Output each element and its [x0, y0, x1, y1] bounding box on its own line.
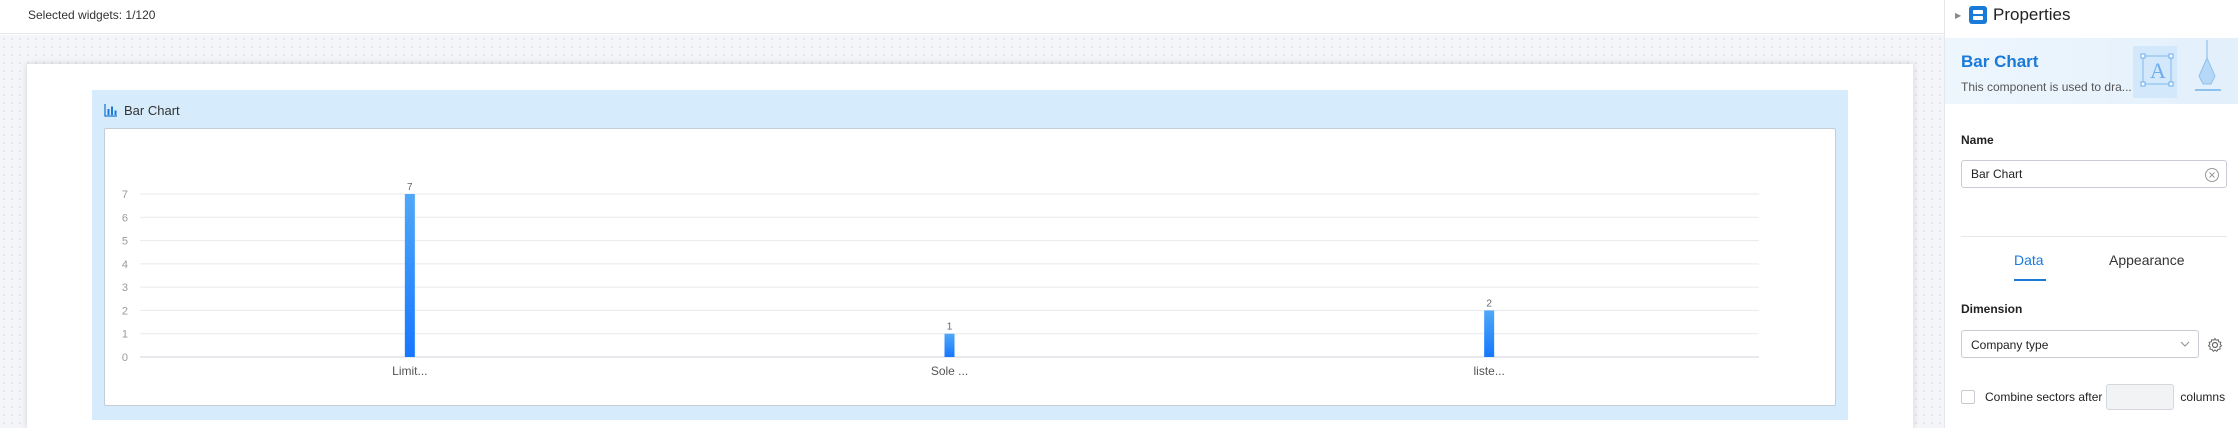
widget-title: Bar Chart: [124, 102, 180, 118]
y-tick-label: 4: [122, 259, 128, 271]
svg-text:A: A: [2150, 58, 2166, 83]
dimension-select[interactable]: Company type: [1961, 330, 2199, 358]
bar-chart-widget[interactable]: Bar Chart 0 1 2 3 4 5 6 7 7 Limit... 1 Sole ... 2 lis…: [92, 90, 1848, 420]
canvas-toolbar: Selected widgets: 1/120: [0, 0, 1944, 34]
collapse-caret-icon[interactable]: ▶: [1955, 11, 1961, 20]
combine-columns-input[interactable]: [2106, 384, 2175, 410]
bar: [1484, 310, 1495, 357]
panel-header: ▶ Properties: [1945, 0, 2238, 32]
tab-appearance[interactable]: Appearance: [2109, 252, 2185, 268]
x-tick-label: Sole ...: [931, 364, 968, 378]
y-tick-label: 6: [122, 212, 128, 224]
bar: [404, 194, 415, 357]
component-description: This component is used to dra...: [1961, 80, 2132, 94]
canvas-area: Selected widgets: 1/120 Bar Chart 0 1 2 3 4…: [0, 0, 1944, 428]
y-tick-label: 3: [122, 282, 128, 294]
active-tab-indicator: [2014, 279, 2046, 281]
combine-sectors-row: Combine sectors after columns: [1961, 384, 2225, 410]
data-label: 2: [1486, 298, 1492, 309]
bar-chart-icon: [104, 104, 117, 117]
bar: [944, 333, 955, 357]
clear-icon[interactable]: [2204, 167, 2220, 183]
widget-header: Bar Chart: [104, 100, 180, 120]
name-label: Name: [1961, 133, 1994, 147]
panel-title: Properties: [1993, 5, 2071, 24]
properties-panel: ▶ Properties Bar Chart This component is…: [1944, 0, 2238, 428]
combine-prefix-text: Combine sectors after: [1985, 390, 2103, 404]
panel-tabs: Data Appearance: [1961, 237, 2227, 283]
y-tick-label: 7: [122, 189, 128, 201]
data-label: 1: [947, 322, 953, 333]
y-tick-label: 1: [122, 329, 128, 341]
component-title: Bar Chart: [1961, 52, 2039, 71]
y-tick-label: 5: [122, 236, 128, 248]
x-tick-label: liste...: [1473, 364, 1504, 378]
dimension-value: Company type: [1971, 338, 2049, 352]
y-tick-label: 2: [122, 305, 128, 317]
combine-checkbox[interactable]: [1961, 390, 1975, 404]
bar-chart: 0 1 2 3 4 5 6 7 7 Limit... 1 Sole ... 2 liste...: [122, 182, 1759, 378]
component-banner: Bar Chart This component is used to dra.…: [1945, 38, 2238, 104]
text-pen-illustration-icon: A: [2133, 40, 2221, 98]
chart-container: 0 1 2 3 4 5 6 7 7 Limit... 1 Sole ... 2 liste...: [104, 128, 1836, 406]
name-field[interactable]: [1961, 160, 2227, 188]
data-label: 7: [407, 182, 413, 193]
y-tick-label: 0: [122, 352, 128, 364]
x-tick-label: Limit...: [392, 364, 427, 378]
gear-icon[interactable]: [2207, 337, 2223, 353]
dimension-label: Dimension: [1961, 302, 2023, 316]
chevron-down-icon: [2180, 341, 2190, 347]
properties-icon: [1969, 6, 1987, 24]
name-input[interactable]: [1962, 161, 2192, 187]
combine-suffix-text: columns: [2180, 390, 2226, 404]
tab-data[interactable]: Data: [2014, 252, 2044, 268]
selected-widgets-count: Selected widgets: 1/120: [28, 8, 156, 22]
